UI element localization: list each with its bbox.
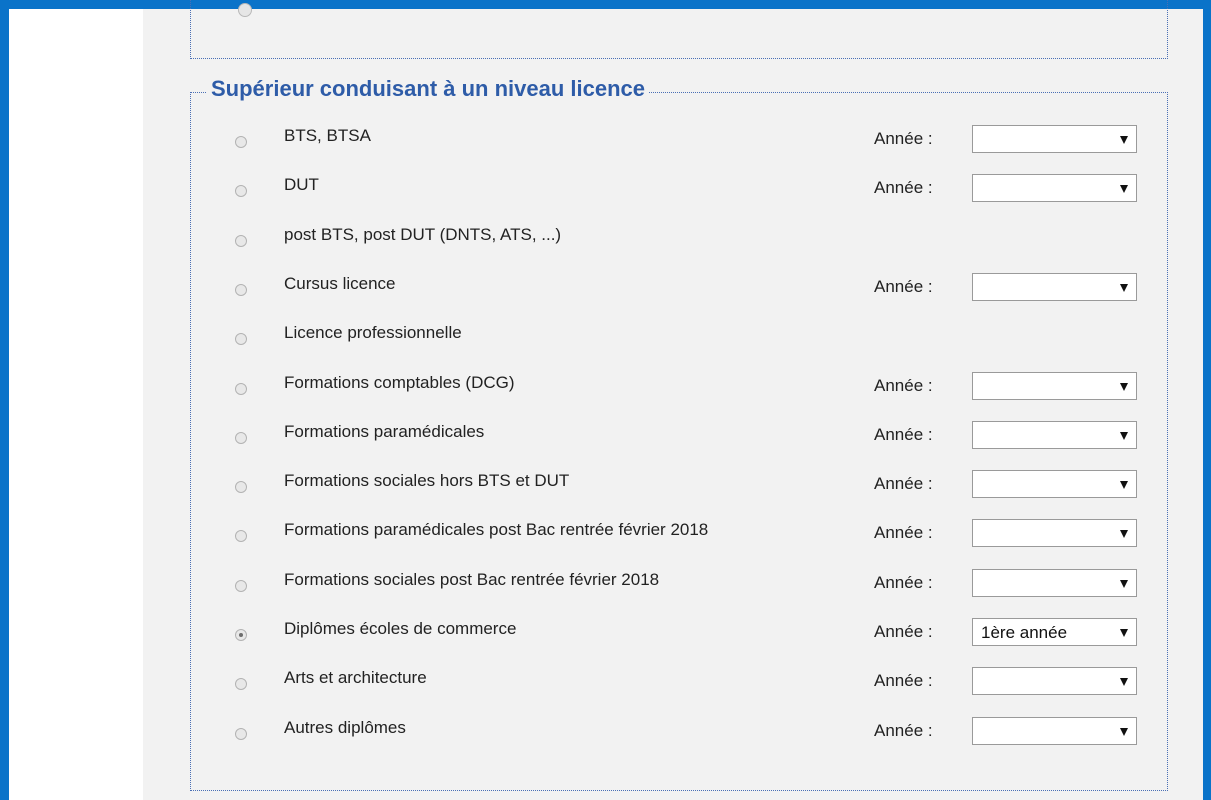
dropdown-arrow-icon[interactable] (1120, 185, 1128, 193)
option-radio-button[interactable] (235, 383, 247, 395)
option-row: Formations sociales hors BTS et DUT Année… (191, 468, 1167, 508)
option-radio-button[interactable] (235, 580, 247, 592)
option-label[interactable]: BTS, BTSA (284, 126, 371, 146)
year-label: Année : (874, 474, 933, 493)
year-select[interactable] (972, 470, 1137, 498)
year-select[interactable] (972, 174, 1137, 202)
year-label: Année : (874, 671, 933, 690)
year-label: Année : (874, 129, 933, 148)
year-label: Année : (874, 376, 933, 395)
option-row: Formations paramédicales Année : (191, 419, 1167, 459)
form-panel: Supérieur conduisant à un niveau licence… (143, 0, 1203, 800)
option-label[interactable]: Arts et architecture (284, 668, 427, 688)
window-frame-left (0, 0, 9, 800)
option-label[interactable]: Formations paramédicales post Bac rentré… (284, 520, 708, 540)
year-select[interactable] (972, 717, 1137, 745)
option-radio-button[interactable] (235, 481, 247, 493)
option-row: Formations comptables (DCG) Année : (191, 370, 1167, 410)
option-radio-button[interactable] (235, 678, 247, 690)
fieldset-superieur-licence: Supérieur conduisant à un niveau licence… (190, 76, 1168, 791)
dropdown-arrow-icon[interactable] (1120, 481, 1128, 489)
option-row: DUT Année : (191, 172, 1167, 212)
option-row: Arts et architecture Année : (191, 665, 1167, 705)
option-label[interactable]: Formations comptables (DCG) (284, 373, 515, 393)
option-row: Licence professionnelle (191, 320, 1167, 360)
year-select[interactable] (972, 519, 1137, 547)
option-row: Cursus licence Année : (191, 271, 1167, 311)
year-select[interactable]: 1ère année (972, 618, 1137, 646)
previous-radio-button[interactable] (238, 3, 252, 17)
fieldset-legend: Supérieur conduisant à un niveau licence (207, 76, 650, 102)
option-label[interactable]: Formations sociales post Bac rentrée fév… (284, 570, 659, 590)
option-row: Formations paramédicales post Bac rentré… (191, 517, 1167, 557)
option-label[interactable]: DUT (284, 175, 319, 195)
year-label: Année : (874, 721, 933, 740)
option-radio-button[interactable] (235, 728, 247, 740)
option-radio-button[interactable] (235, 530, 247, 542)
year-label: Année : (874, 178, 933, 197)
year-label: Année : (874, 622, 933, 641)
dropdown-arrow-icon[interactable] (1120, 629, 1128, 637)
window-frame-right (1203, 0, 1211, 800)
year-label: Année : (874, 425, 933, 444)
dropdown-arrow-icon[interactable] (1120, 432, 1128, 440)
option-label[interactable]: Licence professionnelle (284, 323, 462, 343)
previous-fieldset (190, 0, 1168, 59)
option-label[interactable]: Diplômes écoles de commerce (284, 619, 516, 639)
year-select-value: 1ère année (981, 623, 1068, 642)
year-label: Année : (874, 277, 933, 296)
year-select[interactable] (972, 372, 1137, 400)
year-label: Année : (874, 573, 933, 592)
option-radio-button[interactable] (235, 333, 247, 345)
dropdown-arrow-icon[interactable] (1120, 580, 1128, 588)
option-label[interactable]: post BTS, post DUT (DNTS, ATS, ...) (284, 225, 561, 245)
option-label[interactable]: Formations paramédicales (284, 422, 484, 442)
year-label: Année : (874, 523, 933, 542)
year-select[interactable] (972, 569, 1137, 597)
dropdown-arrow-icon[interactable] (1120, 678, 1128, 686)
option-radio-button[interactable] (235, 136, 247, 148)
option-row: post BTS, post DUT (DNTS, ATS, ...) (191, 222, 1167, 262)
option-label[interactable]: Cursus licence (284, 274, 396, 294)
option-radio-button[interactable] (235, 235, 247, 247)
year-select[interactable] (972, 125, 1137, 153)
option-radio-button[interactable] (235, 432, 247, 444)
year-select[interactable] (972, 667, 1137, 695)
dropdown-arrow-icon[interactable] (1120, 136, 1128, 144)
option-row: Diplômes écoles de commerce Année : 1ère a… (191, 616, 1167, 656)
option-radio-button[interactable] (235, 629, 247, 641)
year-select[interactable] (972, 421, 1137, 449)
option-label[interactable]: Autres diplômes (284, 718, 406, 738)
year-select[interactable] (972, 273, 1137, 301)
option-radio-button[interactable] (235, 185, 247, 197)
option-radio-button[interactable] (235, 284, 247, 296)
option-label[interactable]: Formations sociales hors BTS et DUT (284, 471, 569, 491)
option-row: Formations sociales post Bac rentrée fév… (191, 567, 1167, 607)
dropdown-arrow-icon[interactable] (1120, 383, 1128, 391)
dropdown-arrow-icon[interactable] (1120, 728, 1128, 736)
dropdown-arrow-icon[interactable] (1120, 530, 1128, 538)
option-row: BTS, BTSA Année : (191, 123, 1167, 163)
dropdown-arrow-icon[interactable] (1120, 284, 1128, 292)
option-row: Autres diplômes Année : (191, 715, 1167, 755)
